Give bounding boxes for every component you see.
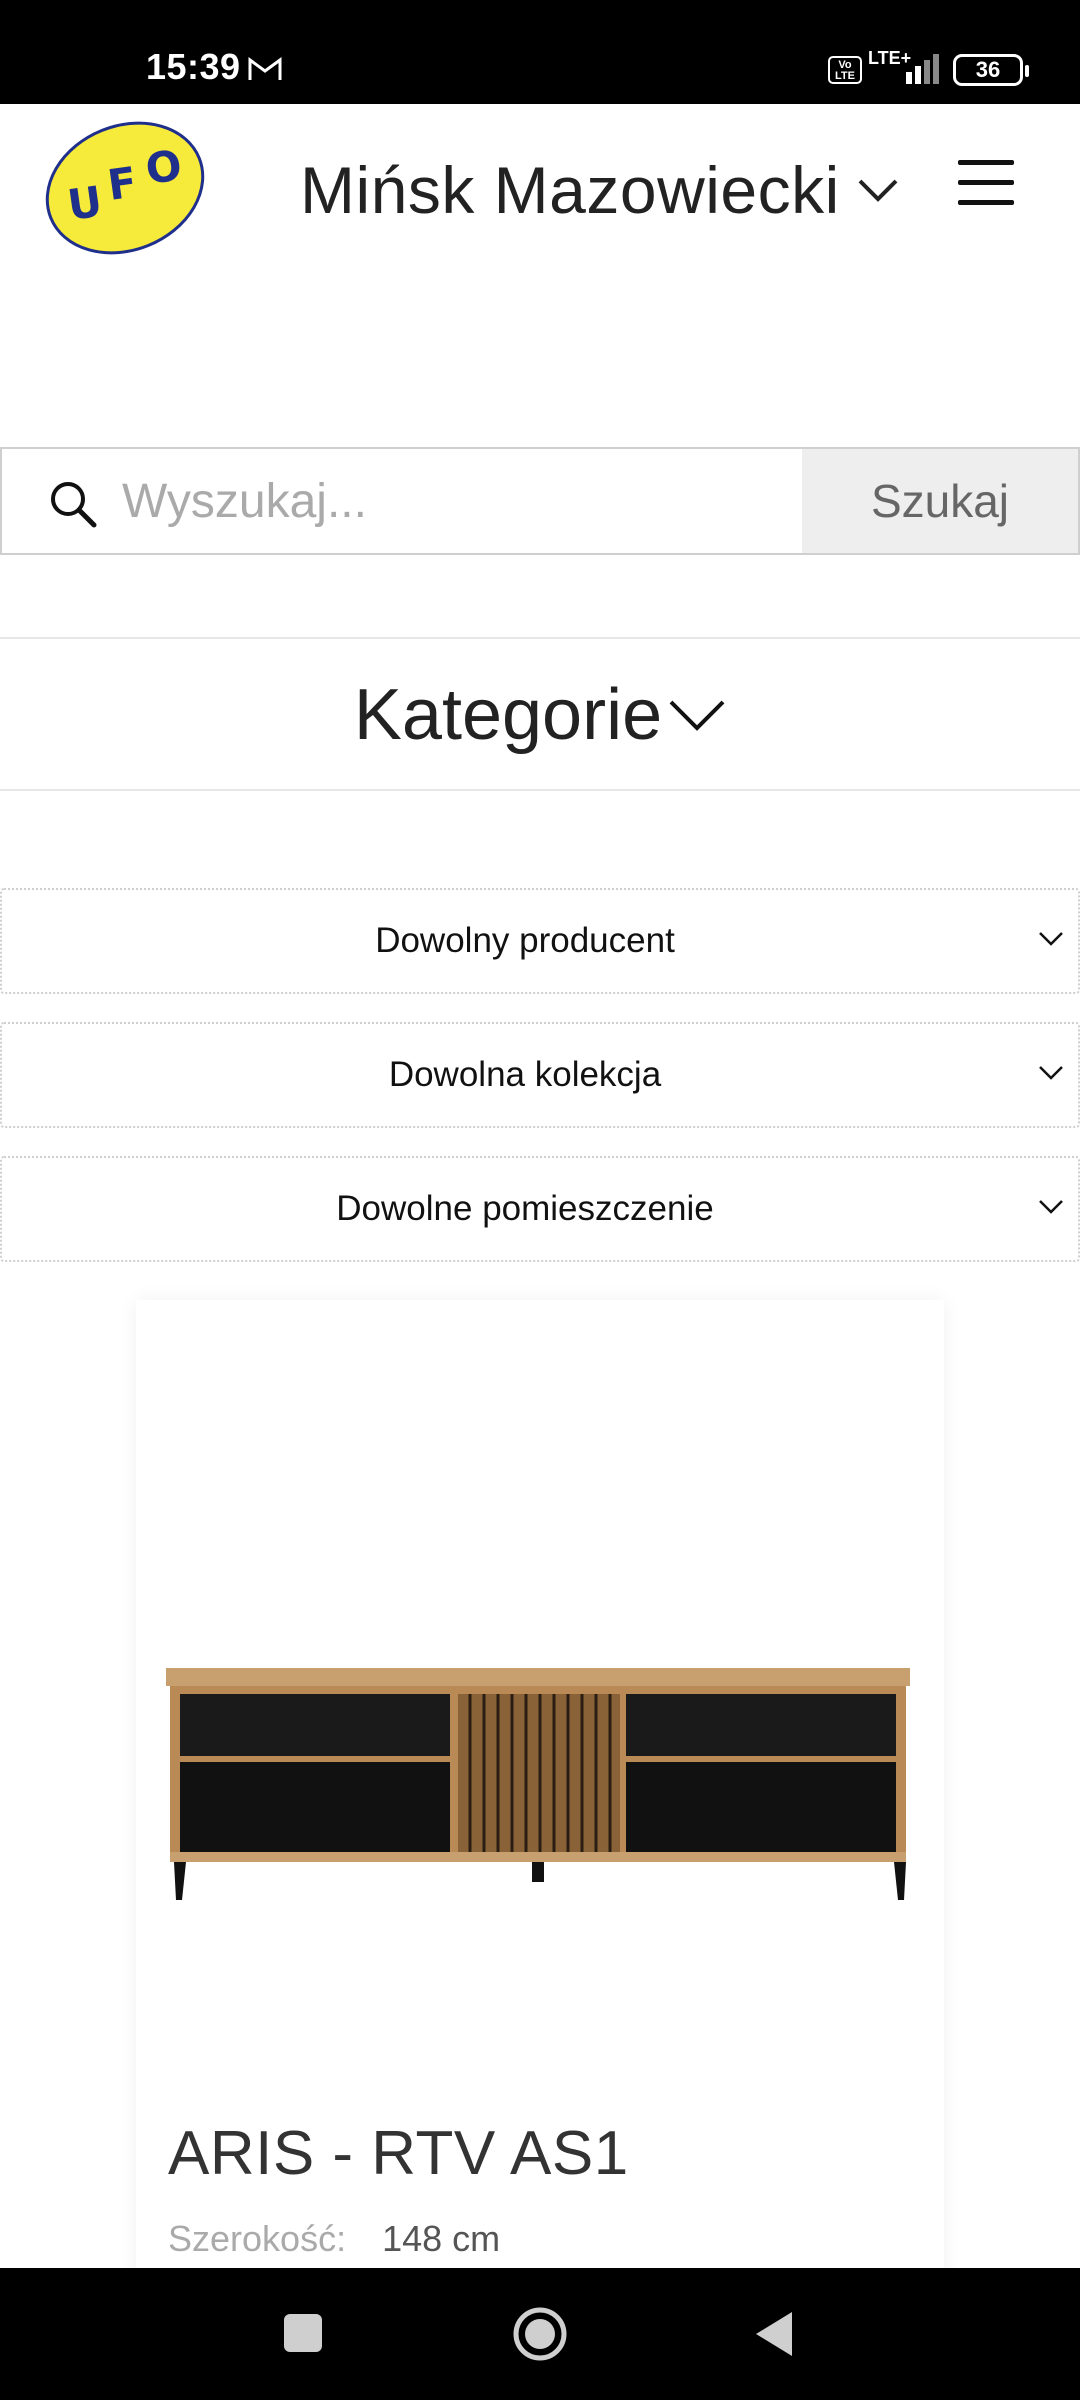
product-image[interactable]: [146, 1550, 926, 1900]
recents-icon[interactable]: [284, 2314, 322, 2352]
ufo-logo[interactable]: U F O: [40, 120, 210, 256]
search-icon: [51, 482, 97, 528]
spec-key: Szerokość:: [168, 2218, 347, 2259]
filter-label: Dowolny producent: [375, 921, 675, 960]
categories-label: Kategorie: [353, 675, 663, 755]
home-icon[interactable]: [512, 2306, 568, 2362]
filter-label: Dowolne pomieszczenie: [336, 1189, 714, 1228]
chevron-down-icon: [669, 700, 725, 731]
battery-icon: 36: [953, 54, 1029, 86]
chevron-down-icon: [858, 179, 898, 202]
divider: [0, 637, 1080, 639]
categories-toggle[interactable]: Kategorie: [0, 650, 1080, 780]
search-input[interactable]: [120, 463, 800, 539]
chevron-down-icon: [1039, 932, 1063, 946]
location-label: Mińsk Mazowiecki: [300, 153, 840, 227]
search-button[interactable]: Szukaj: [802, 449, 1078, 553]
spec-value: 148 cm: [382, 2218, 501, 2259]
status-bar: 15:39 Vo LTE LTE+ 36: [0, 0, 1080, 104]
system-nav-bar: [0, 2268, 1080, 2400]
product-title[interactable]: ARIS - RTV AS1: [168, 2118, 629, 2189]
filter-label: Dowolna kolekcja: [388, 1055, 662, 1094]
location-selector[interactable]: Mińsk Mazowiecki: [300, 152, 898, 228]
search-bar: Szukaj: [0, 447, 1080, 555]
signal-icon: [906, 54, 939, 84]
product-card[interactable]: ARIS - RTV AS1 Szerokość: 148 cm Głęboko…: [136, 1300, 944, 2305]
divider: [0, 789, 1080, 791]
svg-text:O: O: [143, 140, 185, 193]
status-time: 15:39: [146, 46, 241, 87]
back-icon[interactable]: [754, 2310, 794, 2358]
collection-filter-select[interactable]: Dowolna kolekcja: [0, 1022, 1080, 1128]
chevron-down-icon: [1039, 1200, 1063, 1214]
hamburger-menu-icon[interactable]: [958, 160, 1014, 206]
battery-level: 36: [975, 57, 1001, 82]
chevron-down-icon: [1039, 1066, 1063, 1080]
gmail-icon: [248, 57, 282, 80]
spec-row: Szerokość: 148 cm: [168, 2218, 500, 2260]
producer-filter-select[interactable]: Dowolny producent: [0, 888, 1080, 994]
room-filter-select[interactable]: Dowolne pomieszczenie: [0, 1156, 1080, 1262]
volte-icon: Vo LTE: [828, 56, 862, 84]
svg-text:U: U: [65, 177, 106, 230]
